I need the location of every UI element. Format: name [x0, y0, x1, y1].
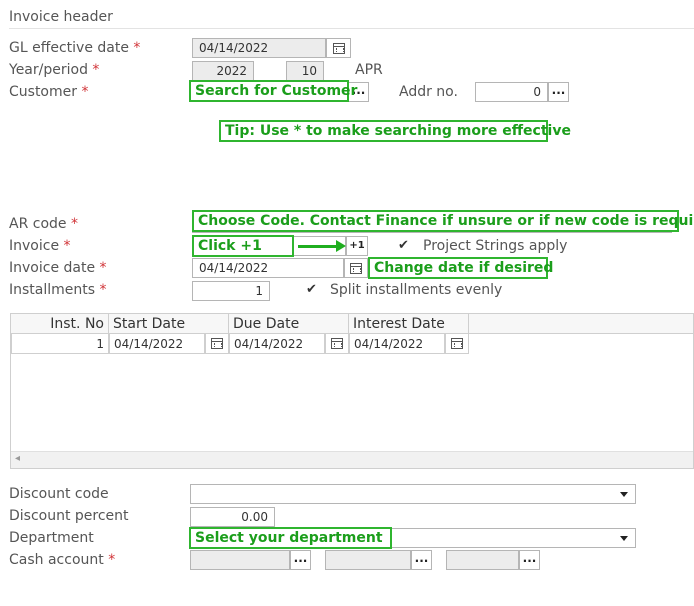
calendar-icon	[451, 338, 463, 349]
invoice-date-calendar-button[interactable]	[344, 258, 368, 278]
cash-account-segment-3[interactable]	[446, 550, 519, 570]
cash-account-segment-2[interactable]	[325, 550, 411, 570]
project-strings-checkbox[interactable]: ✔	[398, 238, 409, 253]
cash-account-segment-1[interactable]	[190, 550, 290, 570]
period-input[interactable]: 10	[286, 61, 324, 81]
grid-header-inst-no[interactable]: Inst. No	[11, 314, 109, 334]
discount-percent-input[interactable]: 0.00	[190, 507, 275, 527]
calendar-icon	[211, 338, 223, 349]
gl-effective-date-input[interactable]: 04/14/2022	[192, 38, 326, 58]
split-evenly-label: Split installments evenly	[330, 282, 503, 298]
gl-date-calendar-button[interactable]	[326, 38, 351, 58]
invoice-date-input[interactable]: 04/14/2022	[192, 258, 344, 278]
grid-horizontal-scrollbar[interactable]: ◂	[11, 451, 693, 468]
addr-no-lookup-button[interactable]: ...	[548, 82, 569, 102]
callout-arrow-head	[336, 240, 346, 252]
callout-department: Select your department	[189, 527, 392, 549]
discount-percent-label: Discount percent	[9, 508, 129, 524]
section-divider	[9, 28, 694, 29]
cash-account-segment-2-lookup[interactable]: ...	[411, 550, 432, 570]
calendar-icon	[331, 338, 343, 349]
addr-no-input[interactable]: 0	[475, 82, 548, 102]
gl-effective-date-label: GL effective date *	[9, 40, 141, 56]
year-input[interactable]: 2022	[192, 61, 254, 81]
calendar-icon	[333, 43, 345, 54]
callout-invoice-date: Change date if desired	[368, 257, 553, 279]
calendar-icon	[350, 263, 362, 274]
callout-customer: Search for Customer	[189, 80, 357, 102]
callout-arrow-line	[298, 245, 338, 248]
invoice-label: Invoice *	[9, 238, 71, 254]
due-date-calendar-button[interactable]	[325, 334, 349, 354]
period-name: APR	[355, 62, 383, 78]
cash-account-segment-3-lookup[interactable]: ...	[519, 550, 540, 570]
section-title: Invoice header	[9, 9, 113, 25]
department-label: Department	[9, 530, 94, 546]
callout-invoice: Click +1	[192, 235, 294, 257]
grid-cell-due-date[interactable]: 04/14/2022	[229, 334, 325, 354]
cash-account-label: Cash account *	[9, 552, 116, 568]
customer-label: Customer *	[9, 84, 89, 100]
invoice-plus-one-button[interactable]: +1	[346, 236, 368, 256]
split-evenly-checkbox[interactable]: ✔	[306, 282, 317, 297]
addr-no-label: Addr no.	[399, 84, 458, 100]
project-strings-label: Project Strings apply	[423, 238, 568, 254]
discount-code-select[interactable]	[190, 484, 636, 504]
ar-code-label: AR code *	[9, 216, 78, 232]
grid-header-start-date[interactable]: Start Date	[109, 314, 229, 334]
callout-ar-code: Choose Code. Contact Finance if unsure o…	[192, 210, 694, 232]
grid-cell-inst-no[interactable]: 1	[11, 334, 109, 354]
callout-tip: Tip: Use * to make searching more effect…	[219, 120, 571, 142]
grid-header-due-date[interactable]: Due Date	[229, 314, 349, 334]
grid-header-filler	[469, 314, 693, 334]
grid-header-interest-date[interactable]: Interest Date	[349, 314, 469, 334]
installments-input[interactable]: 1	[192, 281, 270, 301]
discount-code-label: Discount code	[9, 486, 109, 502]
year-period-label: Year/period *	[9, 62, 100, 78]
invoice-date-label: Invoice date *	[9, 260, 107, 276]
cash-account-segment-1-lookup[interactable]: ...	[290, 550, 311, 570]
start-date-calendar-button[interactable]	[205, 334, 229, 354]
grid-cell-start-date[interactable]: 04/14/2022	[109, 334, 205, 354]
scroll-left-icon[interactable]: ◂	[15, 453, 20, 464]
grid-cell-interest-date[interactable]: 04/14/2022	[349, 334, 445, 354]
chevron-down-icon	[620, 536, 628, 541]
installments-label: Installments *	[9, 282, 107, 298]
chevron-down-icon	[620, 492, 628, 497]
installments-grid: Inst. No Start Date Due Date Interest Da…	[10, 313, 694, 469]
interest-date-calendar-button[interactable]	[445, 334, 469, 354]
